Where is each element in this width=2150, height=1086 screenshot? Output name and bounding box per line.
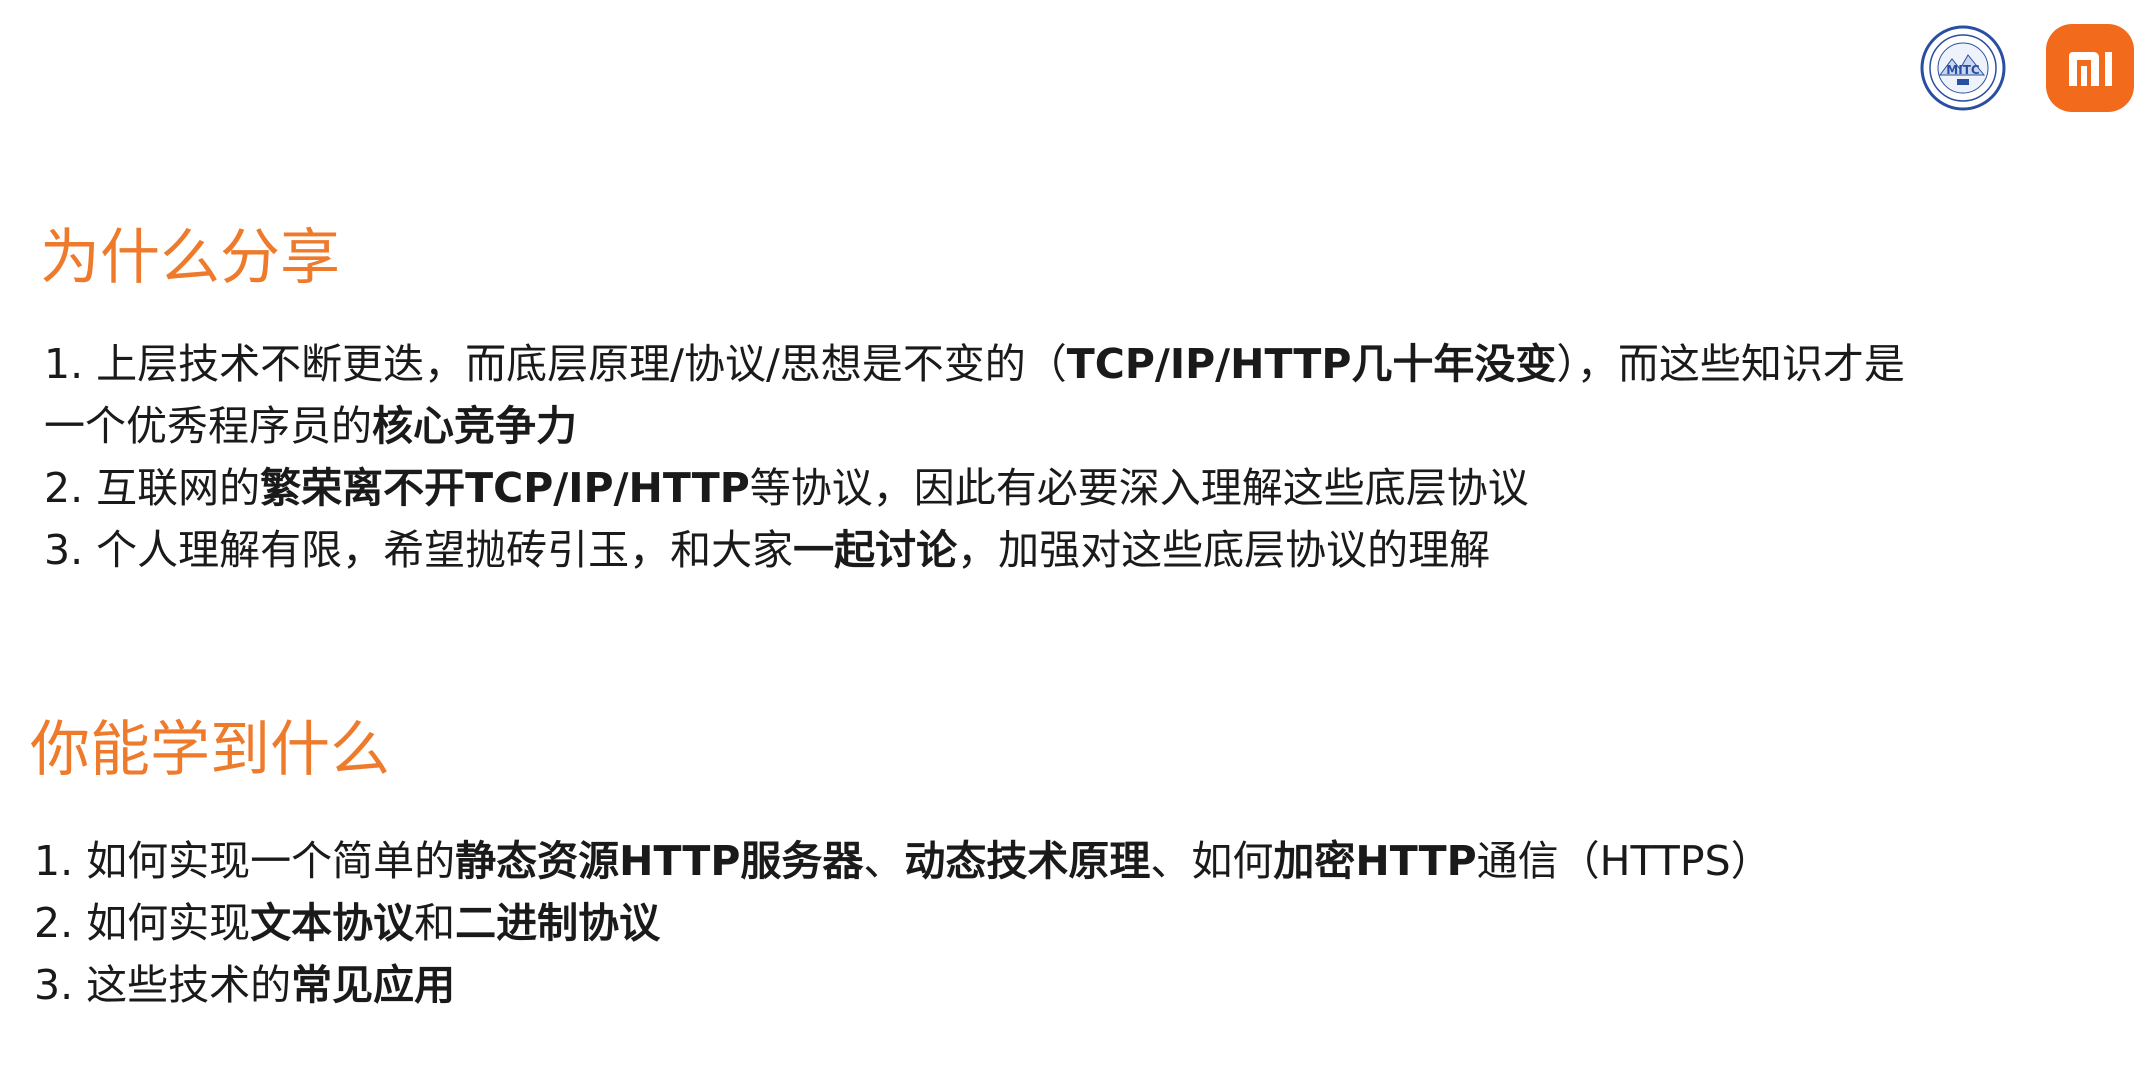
list-item: 2. 如何实现文本协议和二进制协议 [34, 899, 661, 947]
mitc-badge-logo: MITC [1920, 25, 2006, 111]
what-learn-title: 你能学到什么 [30, 715, 390, 785]
list-item: 3. 这些技术的常见应用 [34, 961, 456, 1009]
why-share-title: 为什么分享 [40, 223, 340, 293]
list-item: 2. 互联网的繁荣离不开TCP/IP/HTTP等协议，因此有必要深入理解这些底层… [44, 464, 1529, 512]
list-item: 一个优秀程序员的核心竞争力 [44, 402, 577, 450]
list-item: 1. 如何实现一个简单的静态资源HTTP服务器、动态技术原理、如何加密HTTP通… [34, 837, 1772, 885]
mi-letters-icon [2069, 52, 2112, 86]
mitc-badge-text: MITC [1946, 63, 1980, 77]
what-learn-list: 1. 如何实现一个简单的静态资源HTTP服务器、动态技术原理、如何加密HTTP通… [34, 830, 1772, 1016]
list-item: 3. 个人理解有限，希望抛砖引玉，和大家一起讨论，加强对这些底层协议的理解 [44, 526, 1491, 574]
why-share-list: 1. 上层技术不断更迭，而底层原理/协议/思想是不变的（TCP/IP/HTTP几… [44, 333, 1905, 581]
xiaomi-logo [2046, 24, 2134, 112]
header-logos: MITC [1920, 24, 2134, 112]
list-item: 1. 上层技术不断更迭，而底层原理/协议/思想是不变的（TCP/IP/HTTP几… [44, 340, 1905, 388]
